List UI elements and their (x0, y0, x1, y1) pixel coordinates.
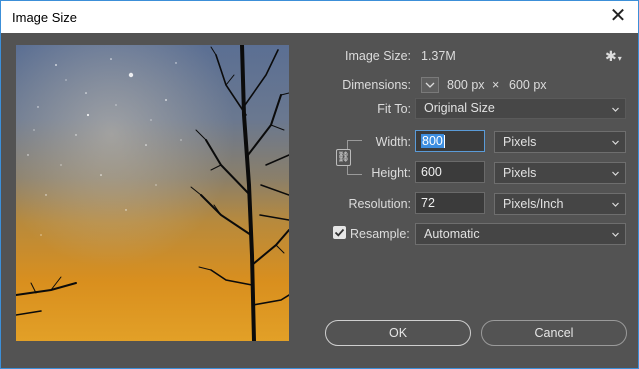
chevron-down-icon (612, 107, 619, 112)
image-size-label: Image Size: (344, 49, 411, 63)
title-bar: Image Size ✕ (1, 1, 638, 33)
fit-to-label: Fit To: (377, 102, 411, 116)
image-size-dialog: Image Size ✕ Image Size: 1.37M ✱▾ Dimens… (0, 0, 639, 369)
gear-icon[interactable]: ✱▾ (605, 48, 622, 65)
width-unit-value: Pixels (503, 135, 537, 149)
fit-to-value: Original Size (424, 101, 495, 115)
gear-glyph: ✱ (605, 48, 617, 64)
close-icon[interactable]: ✕ (607, 5, 629, 27)
resolution-unit-dropdown[interactable]: Pixels/Inch (494, 193, 626, 215)
chevron-down-icon (425, 82, 435, 88)
dimensions-label: Dimensions: (342, 78, 411, 92)
fit-to-dropdown[interactable]: Original Size (415, 98, 626, 119)
resample-checkbox[interactable] (333, 226, 346, 239)
dimensions-times: × (492, 78, 500, 92)
width-input[interactable]: 800 (415, 130, 485, 152)
check-icon (334, 228, 345, 237)
height-value: 600 (421, 165, 442, 179)
resample-value: Automatic (424, 227, 480, 241)
text-cursor (443, 135, 445, 149)
height-input[interactable]: 600 (415, 161, 485, 183)
width-label: Width: (375, 135, 411, 149)
dimensions-units-toggle[interactable] (421, 77, 439, 93)
chevron-down-icon (612, 202, 619, 207)
dimensions-width: 800 px (447, 78, 485, 92)
night-sky-photo (16, 45, 289, 341)
width-unit-dropdown[interactable]: Pixels (494, 131, 626, 153)
cancel-button[interactable]: Cancel (481, 320, 627, 346)
chevron-down-icon (612, 232, 619, 237)
ok-button[interactable]: OK (325, 320, 471, 346)
link-icon[interactable]: ⛓ (336, 149, 351, 166)
image-size-value: 1.37M (421, 49, 456, 63)
resample-label: Resample: (350, 227, 410, 241)
resolution-unit-value: Pixels/Inch (503, 197, 564, 211)
resolution-value: 72 (421, 196, 435, 210)
resample-dropdown[interactable]: Automatic (415, 223, 626, 245)
height-unit-dropdown[interactable]: Pixels (494, 162, 626, 184)
dimensions-height: 600 px (509, 78, 547, 92)
chevron-down-icon (612, 140, 619, 145)
height-unit-value: Pixels (503, 166, 537, 180)
dialog-title: Image Size (12, 10, 78, 25)
resolution-label: Resolution: (348, 197, 411, 211)
width-value: 800 (421, 134, 444, 148)
image-preview[interactable] (16, 45, 289, 341)
chevron-down-icon (612, 171, 619, 176)
resolution-input[interactable]: 72 (415, 192, 485, 214)
height-label: Height: (371, 166, 411, 180)
